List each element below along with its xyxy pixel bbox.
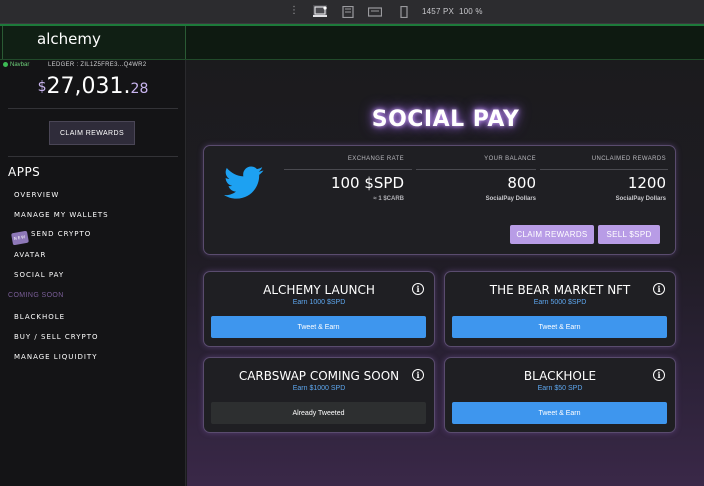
claim-rewards-button[interactable]: CLAIM REWARDS	[49, 121, 135, 145]
task-name: CARBSWAP COMING SOON	[238, 369, 400, 383]
brand-box: alchemy	[2, 26, 186, 59]
tweet-earn-button[interactable]: Tweet & Earn	[452, 316, 667, 338]
sidebar-item-manage-liquidity[interactable]: MANAGE LIQUIDITY	[14, 353, 97, 361]
navbar-tag: Navbar	[3, 62, 29, 68]
twitter-bird-icon	[224, 166, 264, 200]
unclaimed-rewards-label: UNCLAIMED REWARDS	[591, 156, 666, 162]
devtools-toolbar: ⋮ 1457 PX 100 %	[0, 0, 704, 24]
exchange-rate-label: EXCHANGE RATE	[347, 156, 404, 162]
coming-soon-heading: COMING SOON	[8, 292, 64, 299]
laptop-device-icon[interactable]	[313, 5, 327, 17]
page-title: SOCIAL PAY	[371, 107, 520, 132]
tablet-device-icon[interactable]	[341, 5, 355, 19]
task-card-alchemy-launch: ALCHEMY LAUNCH Earn 1000 $SPD i Tweet & …	[203, 271, 435, 347]
task-earn: Earn 1000 $SPD	[292, 299, 346, 306]
sidebar-item-buy-sell-crypto[interactable]: BUY / SELL CRYPTO	[14, 333, 99, 341]
task-earn: Earn 5000 $SPD	[533, 299, 587, 306]
apps-heading: APPS	[8, 165, 41, 179]
sidebar-item-label: SEND CRYPTO	[31, 230, 92, 238]
info-icon[interactable]: i	[412, 369, 424, 381]
task-name: BLACKHOLE	[523, 369, 597, 383]
app-header: alchemy	[0, 26, 704, 60]
divider	[8, 156, 178, 157]
brand-logo[interactable]: alchemy	[37, 30, 101, 48]
divider	[8, 108, 178, 109]
already-tweeted-button: Already Tweeted	[211, 402, 426, 424]
new-badge: NEW	[11, 230, 29, 246]
your-balance-label: YOUR BALANCE	[484, 156, 536, 162]
task-name: ALCHEMY LAUNCH	[263, 283, 375, 297]
sell-spd-button[interactable]: SELL $SPD	[598, 225, 660, 244]
sidebar-item-manage-wallets[interactable]: MANAGE MY WALLETS	[14, 211, 109, 219]
header-divider	[416, 169, 536, 170]
tweet-earn-button[interactable]: Tweet & Earn	[211, 316, 426, 338]
info-icon[interactable]: i	[412, 283, 424, 295]
more-options-icon[interactable]: ⋮	[289, 5, 299, 16]
info-icon[interactable]: i	[653, 283, 665, 295]
sidebar-item-blackhole[interactable]: BLACKHOLE	[14, 313, 65, 321]
sidebar-item-social-pay[interactable]: SOCIAL PAY	[14, 271, 64, 279]
sidebar-item-overview[interactable]: OVERVIEW	[14, 191, 59, 199]
phone-device-icon[interactable]	[397, 5, 411, 19]
status-dot-icon	[3, 62, 8, 67]
exchange-rate-value: 100 $SPD	[330, 174, 404, 192]
viewport-readout: 1457 PX 100 %	[422, 7, 483, 16]
viewport-width: 1457 PX	[422, 7, 455, 16]
task-earn: Earn $50 SPD	[537, 385, 583, 392]
task-earn: Earn $1000 SPD	[292, 385, 346, 392]
your-balance-sub: SocialPay Dollars	[485, 196, 536, 202]
your-balance-value: 800	[507, 174, 536, 192]
sidebar: Navbar LEDGER : ZIL1Z5FRE3...Q4WR2 $27,0…	[0, 60, 186, 486]
unclaimed-rewards-sub: SocialPay Dollars	[615, 196, 666, 202]
info-icon[interactable]: i	[653, 369, 665, 381]
navbar-label: Navbar	[10, 62, 30, 68]
sidebar-item-avatar[interactable]: AVATAR	[14, 251, 46, 259]
header-divider	[540, 169, 668, 170]
balance-whole: 27,031.	[46, 74, 131, 99]
exchange-rate-sub: ≈ 1 $CARB	[373, 196, 404, 202]
social-pay-summary-card: EXCHANGE RATE 100 $SPD ≈ 1 $CARB YOUR BA…	[203, 145, 676, 255]
task-card-bear-market-nft: THE BEAR MARKET NFT Earn 5000 $SPD i Twe…	[444, 271, 676, 347]
main-content: SOCIAL PAY EXCHANGE RATE 100 $SPD ≈ 1 $C…	[187, 60, 704, 486]
unclaimed-rewards-value: 1200	[627, 174, 666, 192]
sidebar-item-send-crypto[interactable]: NEW SEND CRYPTO	[11, 230, 92, 246]
task-card-blackhole: BLACKHOLE Earn $50 SPD i Tweet & Earn	[444, 357, 676, 433]
balance-cents: 28	[130, 81, 149, 97]
wallet-balance: $27,031.28	[0, 74, 186, 99]
zoom-level: 100 %	[458, 7, 483, 16]
claim-rewards-button[interactable]: CLAIM REWARDS	[510, 225, 594, 244]
tablet-landscape-icon[interactable]	[367, 5, 383, 17]
balance-currency: $	[37, 79, 47, 95]
task-card-carbswap: CARBSWAP COMING SOON Earn $1000 SPD i Al…	[203, 357, 435, 433]
header-divider	[284, 169, 412, 170]
ledger-address: LEDGER : ZIL1Z5FRE3...Q4WR2	[48, 62, 147, 68]
tweet-earn-button[interactable]: Tweet & Earn	[452, 402, 667, 424]
task-name: THE BEAR MARKET NFT	[489, 283, 631, 297]
